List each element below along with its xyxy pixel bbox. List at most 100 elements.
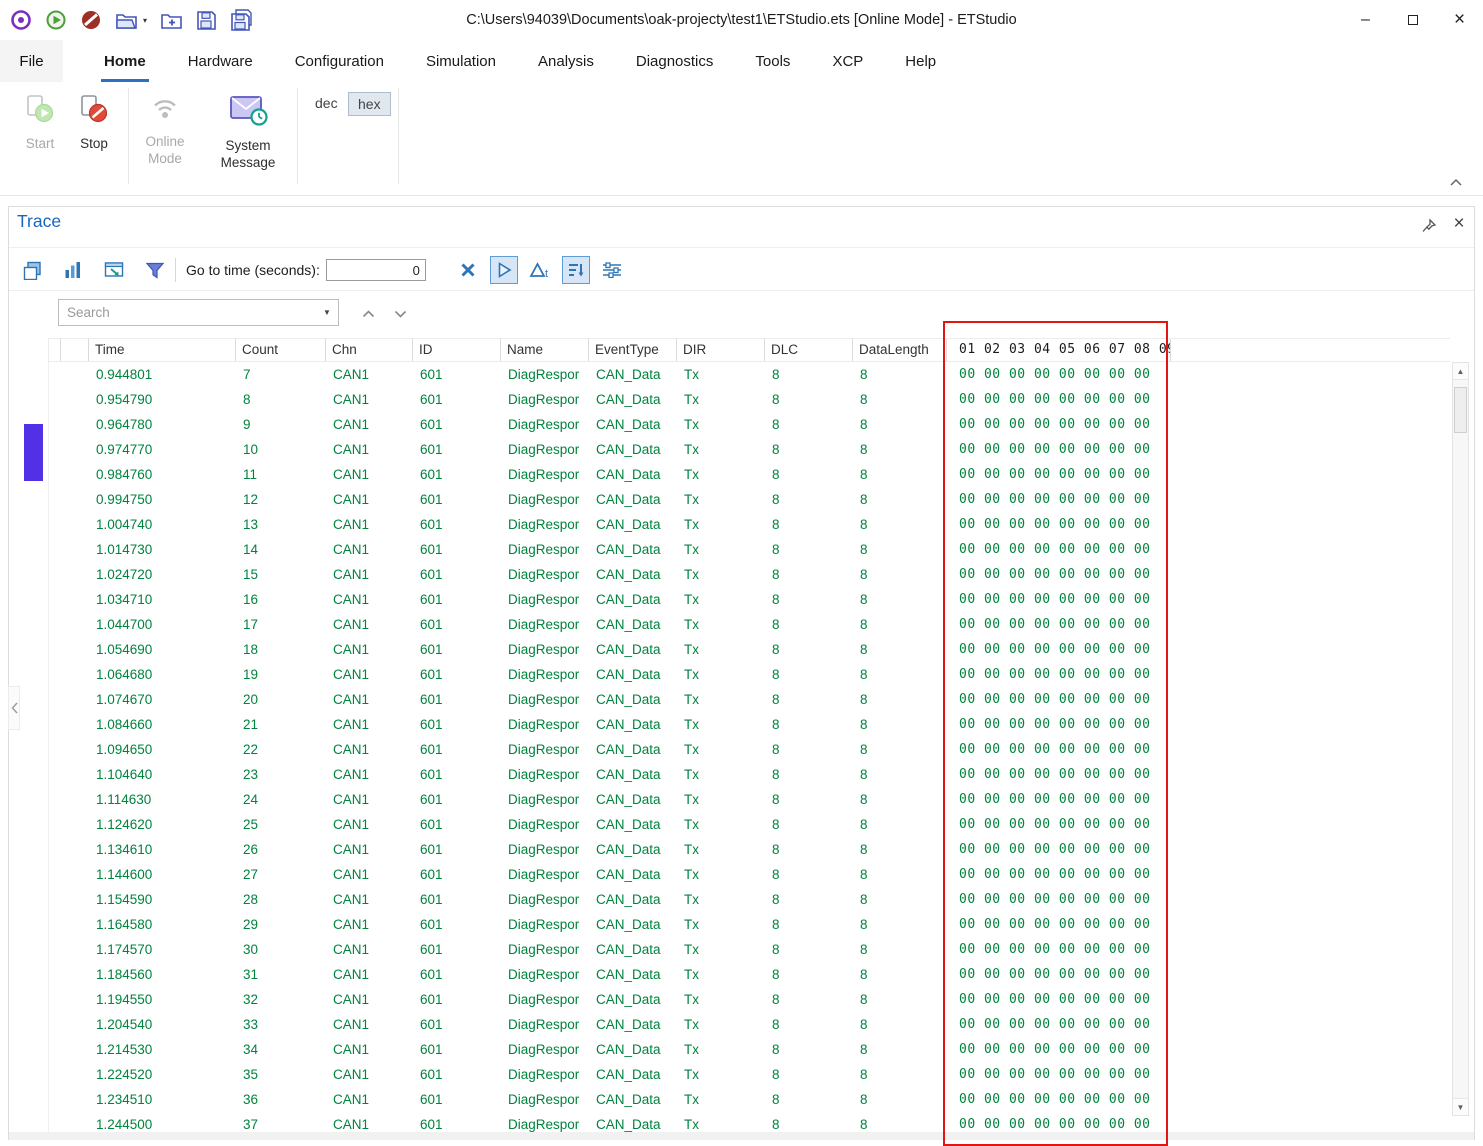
statistics-chart-icon[interactable] [59,256,87,284]
ribbon-collapse-button[interactable] [1445,174,1467,190]
table-row[interactable]: 1.07467020CAN1601DiagResporCAN_DataTx880… [49,687,1450,712]
cell-dir: Tx [677,937,765,962]
maximize-button[interactable] [1389,0,1436,40]
open-file-icon[interactable] [115,10,138,30]
cell-time: 1.044700 [89,612,236,637]
start-measure-icon[interactable] [45,9,67,31]
menu-tab-analysis[interactable]: Analysis [517,40,615,82]
column-header-data-bytes[interactable]: 01 02 03 04 05 06 07 08 09 [947,339,1171,361]
cell-name: DiagRespor [501,787,589,812]
table-row[interactable]: 1.04470017CAN1601DiagResporCAN_DataTx880… [49,612,1450,637]
scroll-up-button[interactable]: ▲ [1453,363,1468,380]
menu-tab-configuration[interactable]: Configuration [274,40,405,82]
menu-tab-xcp[interactable]: XCP [811,40,884,82]
docked-panel-tab[interactable] [24,424,43,481]
table-row[interactable]: 1.20454033CAN1601DiagResporCAN_DataTx880… [49,1012,1450,1037]
vertical-scrollbar[interactable]: ▲ ▼ [1452,362,1469,1116]
table-row[interactable]: 1.10464023CAN1601DiagResporCAN_DataTx880… [49,762,1450,787]
column-header-count[interactable]: Count [236,339,326,361]
menu-file-button[interactable]: File [0,40,63,82]
search-next-button[interactable] [388,302,412,326]
column-header-dir[interactable]: DIR [677,339,765,361]
hex-toggle-button[interactable]: hex [348,92,391,116]
cell-id: 601 [413,437,501,462]
minimize-button[interactable]: – [1342,0,1389,40]
table-row[interactable]: 1.12462025CAN1601DiagResporCAN_DataTx880… [49,812,1450,837]
sort-button[interactable] [562,256,590,284]
scrollbar-thumb[interactable] [1454,387,1467,433]
combo-dropdown-icon[interactable]: ▼ [316,300,338,325]
table-row[interactable]: 1.17457030CAN1601DiagResporCAN_DataTx880… [49,937,1450,962]
table-row[interactable]: 1.03471016CAN1601DiagResporCAN_DataTx880… [49,587,1450,612]
settings-sliders-icon[interactable] [598,256,626,284]
table-row[interactable]: 1.08466021CAN1601DiagResporCAN_DataTx880… [49,712,1450,737]
close-panel-button[interactable]: × [1448,212,1470,236]
search-input[interactable] [59,300,316,325]
ribbon-separator [128,88,129,184]
stop-button[interactable]: Stop [71,94,117,152]
save-all-icon[interactable] [230,9,254,31]
table-row[interactable]: 1.23451036CAN1601DiagResporCAN_DataTx880… [49,1087,1450,1112]
table-row[interactable]: 1.13461026CAN1601DiagResporCAN_DataTx880… [49,837,1450,862]
cell-name: DiagRespor [501,687,589,712]
menu-tab-tools[interactable]: Tools [734,40,811,82]
menu-tab-hardware[interactable]: Hardware [167,40,274,82]
table-row[interactable]: 1.21453034CAN1601DiagResporCAN_DataTx880… [49,1037,1450,1062]
save-icon[interactable] [196,10,217,31]
table-row[interactable]: 1.14460027CAN1601DiagResporCAN_DataTx880… [49,862,1450,887]
column-header-time[interactable]: Time [89,339,236,361]
search-prev-button[interactable] [356,302,380,326]
table-row[interactable]: 1.19455032CAN1601DiagResporCAN_DataTx880… [49,987,1450,1012]
goto-time-input[interactable] [326,259,426,281]
menu-tab-help[interactable]: Help [884,40,957,82]
horizontal-scrollbar[interactable] [9,1132,1474,1140]
table-row[interactable]: 1.15459028CAN1601DiagResporCAN_DataTx880… [49,887,1450,912]
delta-time-icon[interactable]: t [526,256,554,284]
menu-tab-diagnostics[interactable]: Diagnostics [615,40,735,82]
table-row[interactable]: 0.97477010CAN1601DiagResporCAN_DataTx880… [49,437,1450,462]
table-row[interactable]: 1.18456031CAN1601DiagResporCAN_DataTx880… [49,962,1450,987]
new-folder-icon[interactable] [160,10,183,30]
column-header-name[interactable]: Name [501,339,589,361]
column-header-id[interactable]: ID [413,339,501,361]
stop-measure-icon[interactable] [80,9,102,31]
table-row[interactable]: 1.01473014CAN1601DiagResporCAN_DataTx880… [49,537,1450,562]
open-file-dropdown-icon[interactable]: ▾ [143,16,147,25]
table-row[interactable]: 0.9547908CAN1601DiagResporCAN_DataTx8800… [49,387,1450,412]
column-header-datalength[interactable]: DataLength [853,339,947,361]
table-row[interactable]: 1.16458029CAN1601DiagResporCAN_DataTx880… [49,912,1450,937]
online-mode-button[interactable]: Online Mode [136,96,194,167]
export-window-icon[interactable] [100,256,128,284]
dec-toggle-button[interactable]: dec [306,92,347,116]
system-message-button[interactable]: System Message [206,92,290,171]
trace-windows-icon[interactable] [18,256,46,284]
scroll-down-button[interactable]: ▼ [1453,1098,1468,1115]
run-trace-button[interactable] [490,256,518,284]
table-row[interactable]: 1.06468019CAN1601DiagResporCAN_DataTx880… [49,662,1450,687]
filter-icon[interactable] [141,256,169,284]
start-button[interactable]: Start [16,94,64,152]
row-gutter [49,412,89,437]
pin-panel-button[interactable] [1419,216,1439,236]
search-combobox[interactable]: ▼ [58,299,339,326]
table-row[interactable]: 0.99475012CAN1601DiagResporCAN_DataTx880… [49,487,1450,512]
table-row[interactable]: 1.02472015CAN1601DiagResporCAN_DataTx880… [49,562,1450,587]
column-header-chn[interactable]: Chn [326,339,413,361]
splitter-collapse-handle[interactable] [8,686,20,730]
table-row[interactable]: 1.11463024CAN1601DiagResporCAN_DataTx880… [49,787,1450,812]
table-row[interactable]: 0.9647809CAN1601DiagResporCAN_DataTx8800… [49,412,1450,437]
table-row[interactable]: 1.05469018CAN1601DiagResporCAN_DataTx880… [49,637,1450,662]
table-row[interactable]: 1.22452035CAN1601DiagResporCAN_DataTx880… [49,1062,1450,1087]
column-header-dlc[interactable]: DLC [765,339,853,361]
clear-trace-icon[interactable] [454,256,482,284]
table-row[interactable]: 1.09465022CAN1601DiagResporCAN_DataTx880… [49,737,1450,762]
close-button[interactable]: × [1436,0,1483,40]
menu-tab-home[interactable]: Home [83,40,167,82]
table-row[interactable]: 0.9448017CAN1601DiagResporCAN_DataTx8800… [49,362,1450,387]
cell-dir: Tx [677,687,765,712]
cell-dlc: 8 [765,687,853,712]
column-header-eventtype[interactable]: EventType [589,339,677,361]
menu-tab-simulation[interactable]: Simulation [405,40,517,82]
table-row[interactable]: 0.98476011CAN1601DiagResporCAN_DataTx880… [49,462,1450,487]
table-row[interactable]: 1.00474013CAN1601DiagResporCAN_DataTx880… [49,512,1450,537]
